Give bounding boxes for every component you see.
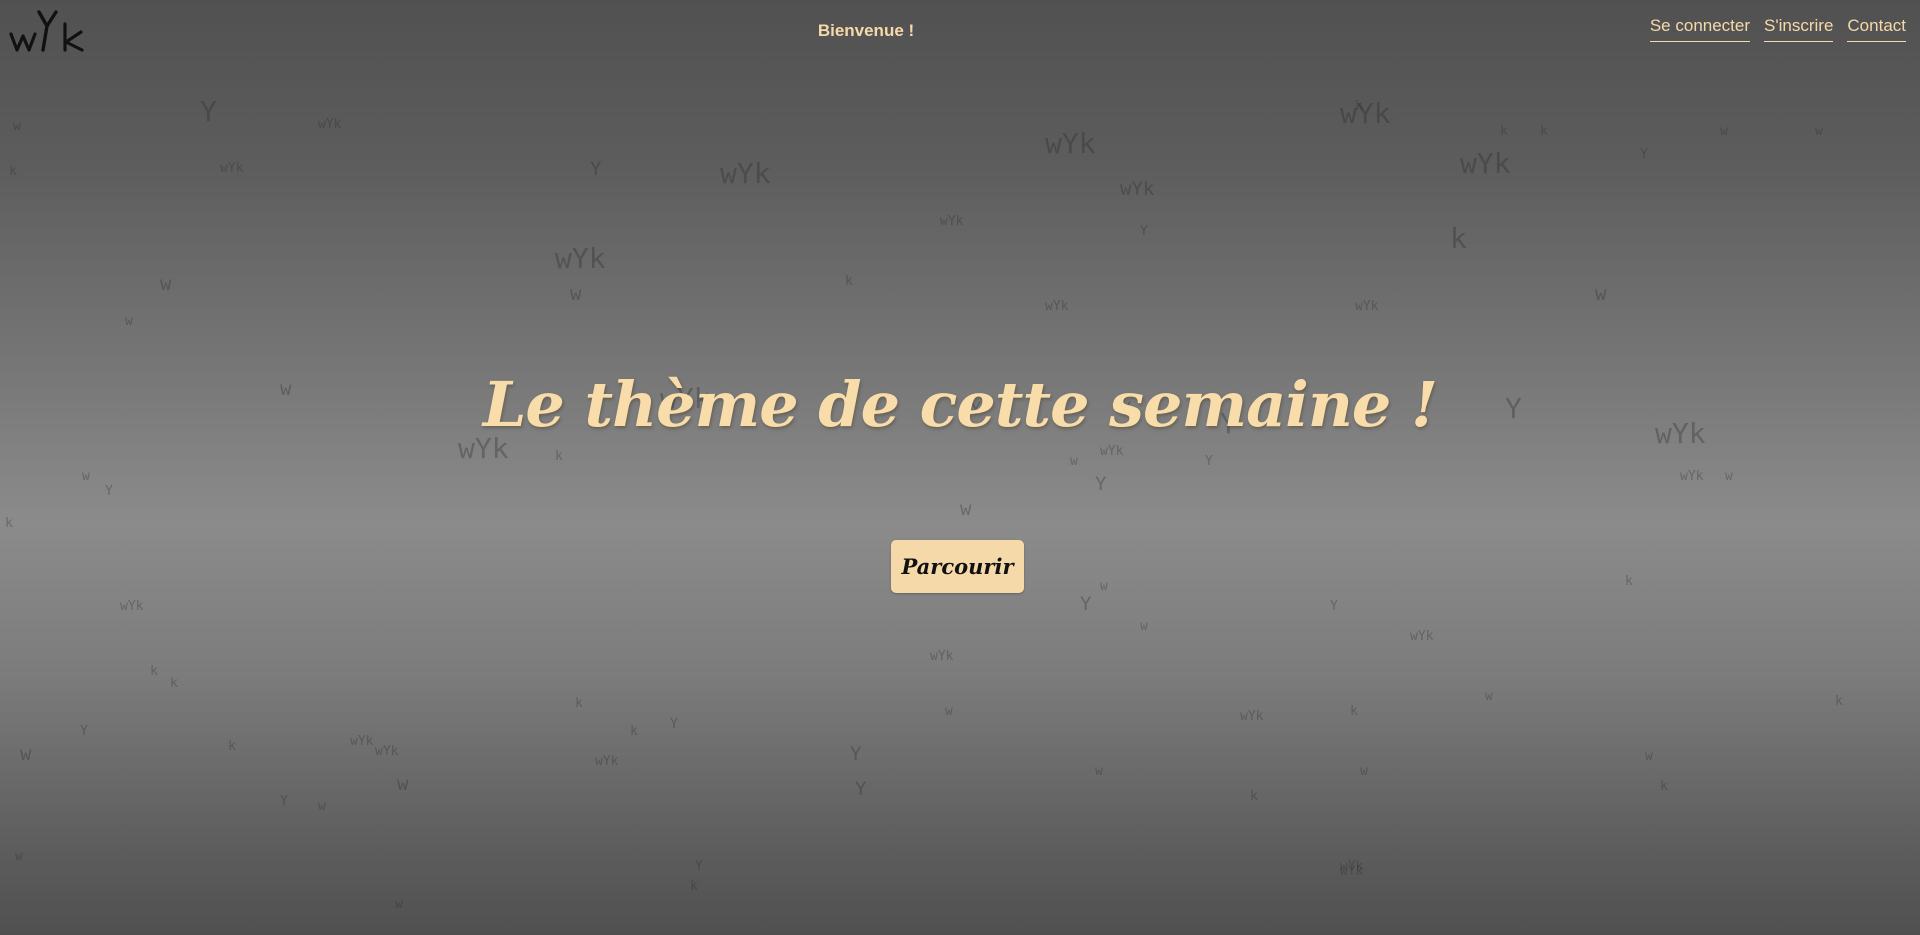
background-letter: k [690, 879, 698, 894]
background-letter: k [1500, 124, 1508, 139]
background-letter: w [960, 498, 972, 520]
background-letter: k [150, 664, 158, 679]
background-letter: k [1625, 574, 1633, 589]
background-letter: w [160, 273, 172, 295]
background-letter: Y [1640, 147, 1648, 162]
hero-title: Le thème de cette semaine ! [482, 368, 1438, 441]
background-letter: w [395, 897, 403, 912]
background-letter: w [1070, 454, 1078, 469]
background-letter: w [15, 849, 23, 864]
login-link[interactable]: Se connecter [1649, 16, 1751, 42]
background-letter: w [1725, 469, 1733, 484]
background-letter: Y [1330, 599, 1338, 614]
background-letter: k [845, 274, 853, 289]
background-letter: Y [850, 743, 862, 765]
background-letter: k [170, 676, 178, 691]
background-letter: k [1450, 222, 1467, 255]
background-letter: k [1250, 789, 1258, 804]
background-letter: w [20, 743, 32, 765]
contact-link[interactable]: Contact [1847, 16, 1906, 42]
background-letter: Y [855, 778, 867, 800]
background-letter: wYk [940, 214, 964, 229]
background-letter: k [1660, 779, 1668, 794]
background-letter: wYk [720, 157, 771, 190]
background-letter: w [318, 799, 326, 814]
background-letter: w [1485, 689, 1493, 704]
background-letter: wYk [1410, 629, 1434, 644]
background-letter: Y [670, 717, 678, 732]
background-letter: w [1595, 283, 1607, 305]
background-letter: wYk [1120, 178, 1155, 200]
background-letter: k [555, 449, 563, 464]
background-letter: wYk [375, 744, 399, 759]
background-letter: wYk [1460, 147, 1511, 180]
background-letter: wYk [1045, 127, 1096, 160]
background-letter: wYk [1240, 709, 1264, 724]
background-letter: wYk [220, 161, 244, 176]
background-letter: wYk [595, 754, 619, 769]
background-letter: k [228, 739, 236, 754]
background-letter: Y [1205, 454, 1213, 469]
background-letter: wYk [555, 242, 606, 275]
background-letter: w [397, 773, 409, 795]
background-letter: k [1540, 124, 1548, 139]
background-letter: Y [1080, 593, 1092, 615]
welcome-message: Bienvenue ! [817, 21, 915, 40]
background-letter: Y [590, 158, 602, 180]
background-letter: wYk [1340, 97, 1391, 130]
background-letter: wYk [1045, 299, 1069, 314]
background-letter: k [1355, 99, 1363, 114]
background-letter: w [125, 314, 133, 329]
background-letter: w [570, 283, 582, 305]
background-letter: k [1835, 694, 1843, 709]
background-letter: wYk [318, 117, 342, 132]
background-letter: wYk [930, 649, 954, 664]
background-letter: wYk [1680, 469, 1704, 484]
background-letter: Y [1095, 473, 1107, 495]
background-letter: w [1095, 764, 1103, 779]
background-letter-pattern: Yk w wYk wYk YwYk wYk wYk wYk wYk k k Yw w w w wYk w k wYk… [0, 0, 1920, 935]
background-letter: k [1350, 704, 1358, 719]
background-letter: Y [200, 95, 217, 128]
background-letter: w [1645, 749, 1653, 764]
background-letter: w [1720, 124, 1728, 139]
background-letter: k [630, 724, 638, 739]
background-letter: wYk [1340, 859, 1364, 874]
background-letter: wYk [1340, 864, 1364, 879]
background-letter: wYk [350, 734, 374, 749]
background-letter: wYk [1100, 444, 1124, 459]
background-letter: Y [105, 484, 113, 499]
background-letter: w [1815, 124, 1823, 139]
top-bar: wYk Bienvenue ! Se connecter S'inscrire … [0, 0, 1920, 62]
background-letter: Y [695, 859, 703, 874]
background-letter: w [1140, 619, 1148, 634]
background-letter: k [9, 164, 17, 179]
background-letter: w [1100, 579, 1108, 594]
signup-link[interactable]: S'inscrire [1764, 16, 1834, 42]
background-letter: Y [1140, 224, 1148, 239]
background-letter: w [945, 704, 953, 719]
background-letter: k [5, 516, 13, 531]
background-letter: wYk [1355, 299, 1379, 314]
header-nav: Se connecter S'inscrire Contact [1649, 16, 1906, 42]
background-letter: w [82, 469, 90, 484]
browse-button[interactable]: Parcourir [891, 540, 1024, 593]
background-letter: w [1360, 764, 1368, 779]
background-letter: Y [280, 794, 288, 809]
background-letter: Y [80, 724, 88, 739]
background-letter: w [13, 119, 21, 134]
background-letter: k [575, 696, 583, 711]
background-letter: wYk [120, 599, 144, 614]
